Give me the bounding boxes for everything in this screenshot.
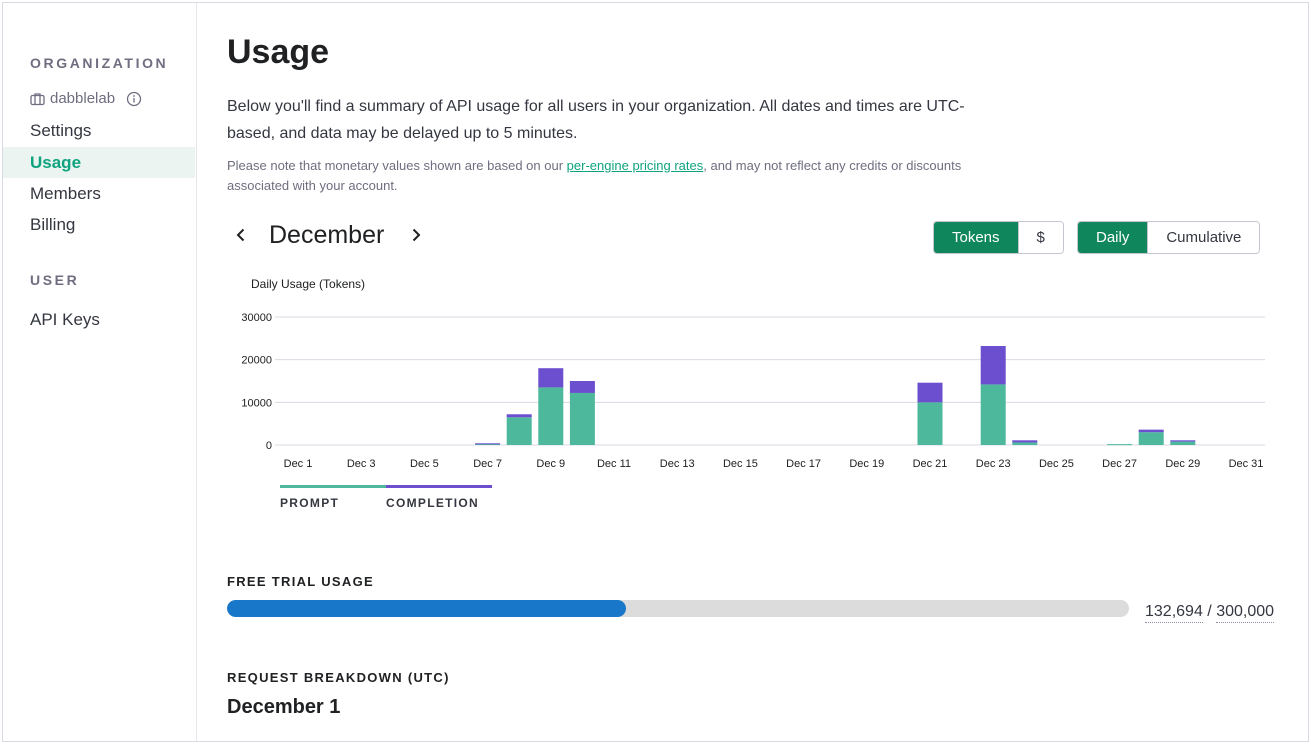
organization-heading: ORGANIZATION xyxy=(30,55,169,71)
usage-chart: Daily Usage (Tokens) 0 10000 20000 30000 Dec … xyxy=(227,269,1277,519)
chevron-right-icon[interactable] xyxy=(402,221,430,249)
x-tick-label: Dec 15 xyxy=(723,458,758,470)
x-tick-label: Dec 25 xyxy=(1039,458,1074,470)
user-heading: USER xyxy=(30,272,80,288)
free-trial-limit: 300,000 xyxy=(1216,603,1275,623)
bar-prompt xyxy=(917,402,943,445)
bar-prompt xyxy=(980,384,1006,445)
y-tick-label: 10000 xyxy=(241,397,272,409)
free-trial-progress-bar xyxy=(227,600,1129,617)
bar-completion xyxy=(917,382,943,403)
y-tick-label: 20000 xyxy=(241,355,272,367)
cumulative-toggle-button[interactable]: Cumulative xyxy=(1147,222,1260,253)
x-tick-label: Dec 9 xyxy=(536,458,565,470)
daily-toggle-button[interactable]: Daily xyxy=(1078,222,1148,253)
x-tick-label: Dec 13 xyxy=(660,458,695,470)
bar-prompt xyxy=(1138,432,1164,445)
bar-completion xyxy=(569,381,595,393)
page-description: Below you'll find a summary of API usage… xyxy=(227,98,965,142)
legend-prompt-swatch xyxy=(280,485,386,488)
breakdown-day-title: December 1 xyxy=(227,696,341,718)
y-tick-label: 0 xyxy=(266,440,272,452)
x-tick-label: Dec 31 xyxy=(1229,458,1264,470)
bar-completion xyxy=(1170,440,1196,442)
x-tick-label: Dec 5 xyxy=(410,458,439,470)
mode-toggle: Daily Cumulative xyxy=(1077,221,1261,254)
pricing-note-before: Please note that monetary values shown a… xyxy=(227,158,567,173)
page-title: Usage xyxy=(227,33,330,71)
free-trial-count: 132,694 / 300,000 xyxy=(1145,603,1275,623)
pricing-note: Please note that monetary values shown a… xyxy=(227,156,987,196)
free-trial-used: 132,694 xyxy=(1145,603,1203,623)
bar-completion xyxy=(538,368,564,388)
x-tick-label: Dec 27 xyxy=(1102,458,1137,470)
free-trial-separator: / xyxy=(1207,603,1212,620)
bar-completion xyxy=(980,346,1006,385)
legend-completion[interactable]: COMPLETION xyxy=(386,485,492,515)
sidebar: ORGANIZATION dabblelab Settings Usage Me… xyxy=(3,3,197,741)
bar-prompt xyxy=(569,392,595,445)
org-selector[interactable]: dabblelab xyxy=(30,90,142,107)
chart-title: Daily Usage (Tokens) xyxy=(251,277,365,291)
month-navigator: December xyxy=(227,217,430,253)
sidebar-item-settings[interactable]: Settings xyxy=(3,115,195,146)
legend-prompt[interactable]: PROMPT xyxy=(280,485,386,515)
y-tick-label: 30000 xyxy=(241,312,272,324)
unit-toggle: Tokens $ xyxy=(933,221,1064,254)
org-name: dabblelab xyxy=(50,90,116,107)
sidebar-item-members[interactable]: Members xyxy=(3,178,195,209)
bar-completion xyxy=(1138,429,1164,433)
pricing-rates-link[interactable]: per-engine pricing rates xyxy=(567,158,704,173)
app-frame: ORGANIZATION dabblelab Settings Usage Me… xyxy=(2,2,1309,742)
legend-completion-swatch xyxy=(386,485,492,488)
x-tick-label: Dec 23 xyxy=(976,458,1011,470)
x-tick-label: Dec 21 xyxy=(913,458,948,470)
main-content: Usage Below you'll find a summary of API… xyxy=(227,3,1308,741)
bar-prompt xyxy=(1012,442,1038,445)
tokens-toggle-button[interactable]: Tokens xyxy=(934,222,1018,253)
x-tick-label: Dec 7 xyxy=(473,458,502,470)
bar-completion xyxy=(506,414,532,418)
bar-prompt xyxy=(1107,444,1133,446)
bar-completion xyxy=(1012,440,1038,443)
legend-prompt-label: PROMPT xyxy=(280,496,340,510)
bar-prompt xyxy=(506,417,532,445)
usage-chart-svg: Daily Usage (Tokens) 0 10000 20000 30000 Dec … xyxy=(241,277,1265,470)
legend-completion-label: COMPLETION xyxy=(386,496,479,510)
sidebar-item-api-keys[interactable]: API Keys xyxy=(3,304,195,335)
bar-prompt xyxy=(1170,441,1196,445)
request-breakdown-heading: REQUEST BREAKDOWN (UTC) xyxy=(227,670,450,685)
free-trial-heading: FREE TRIAL USAGE xyxy=(227,574,374,589)
x-tick-label: Dec 3 xyxy=(347,458,376,470)
x-tick-label: Dec 19 xyxy=(849,458,884,470)
month-label: December xyxy=(269,220,385,249)
x-tick-label: Dec 11 xyxy=(597,458,631,470)
sidebar-item-usage[interactable]: Usage xyxy=(3,147,195,178)
sidebar-item-billing[interactable]: Billing xyxy=(3,209,195,240)
dollars-toggle-button[interactable]: $ xyxy=(1017,222,1063,253)
free-trial-progress-fill xyxy=(227,600,626,617)
bar-prompt xyxy=(538,387,564,445)
chevron-left-icon[interactable] xyxy=(227,221,255,249)
briefcase-icon xyxy=(30,92,45,106)
x-tick-label: Dec 1 xyxy=(284,458,313,470)
x-tick-label: Dec 17 xyxy=(786,458,821,470)
info-icon[interactable] xyxy=(126,91,142,107)
bar-completion xyxy=(475,443,501,445)
x-tick-label: Dec 29 xyxy=(1165,458,1200,470)
